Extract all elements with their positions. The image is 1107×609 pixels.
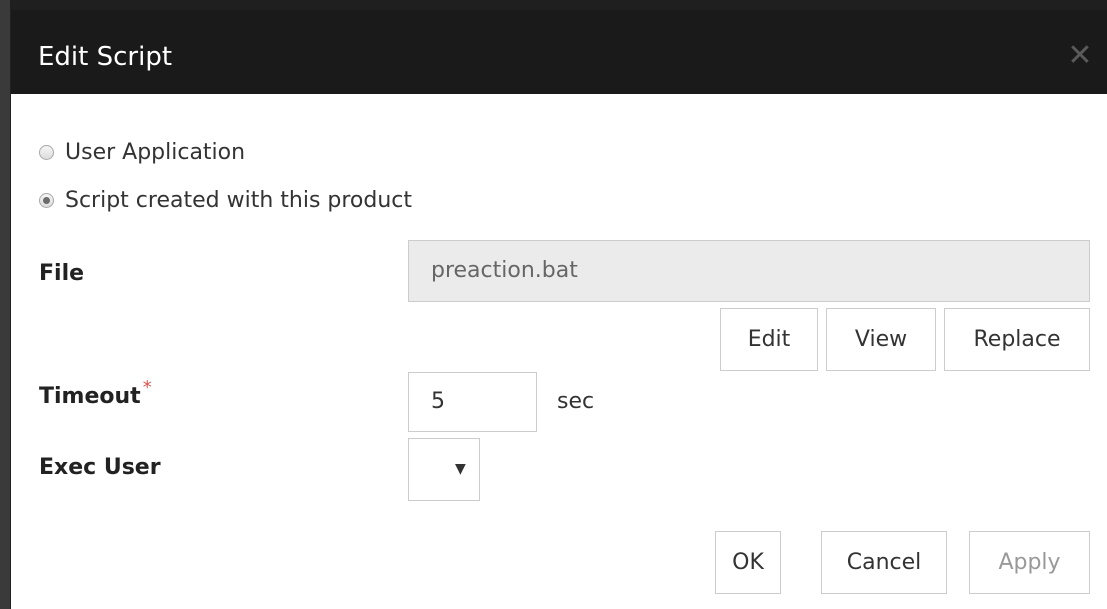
- timeout-input[interactable]: 5: [408, 372, 537, 432]
- timeout-label: Timeout *: [39, 377, 152, 409]
- dialog-titlebar: Edit Script ✕: [11, 10, 1107, 94]
- radio-script-created[interactable]: Script created with this product: [39, 188, 412, 213]
- radio-button-checked-icon[interactable]: [39, 193, 54, 208]
- dialog-title: Edit Script: [38, 42, 173, 72]
- apply-button[interactable]: Apply: [969, 531, 1090, 594]
- radio-user-application[interactable]: User Application: [39, 140, 245, 165]
- file-label: File: [39, 261, 85, 286]
- radio-button-icon[interactable]: [39, 145, 54, 160]
- file-name-field: preaction.bat: [408, 240, 1090, 302]
- required-mark: *: [142, 377, 152, 398]
- view-button[interactable]: View: [826, 308, 936, 371]
- timeout-unit: sec: [557, 389, 595, 414]
- exec-user-select[interactable]: ▼: [408, 438, 480, 501]
- radio-label: User Application: [65, 140, 246, 165]
- close-icon[interactable]: ✕: [1065, 40, 1095, 72]
- dropdown-arrow-icon: ▼: [455, 461, 466, 477]
- backdrop: [0, 0, 1107, 10]
- exec-user-label: Exec User: [39, 455, 161, 480]
- ok-button[interactable]: OK: [715, 531, 781, 594]
- replace-button[interactable]: Replace: [944, 308, 1090, 371]
- edit-script-dialog: Edit Script ✕ User Application Script cr…: [10, 10, 1107, 609]
- timeout-label-text: Timeout: [39, 384, 141, 409]
- radio-label: Script created with this product: [65, 188, 413, 213]
- backdrop-edge: [0, 0, 10, 609]
- edit-button[interactable]: Edit: [720, 308, 818, 371]
- cancel-button[interactable]: Cancel: [821, 531, 947, 594]
